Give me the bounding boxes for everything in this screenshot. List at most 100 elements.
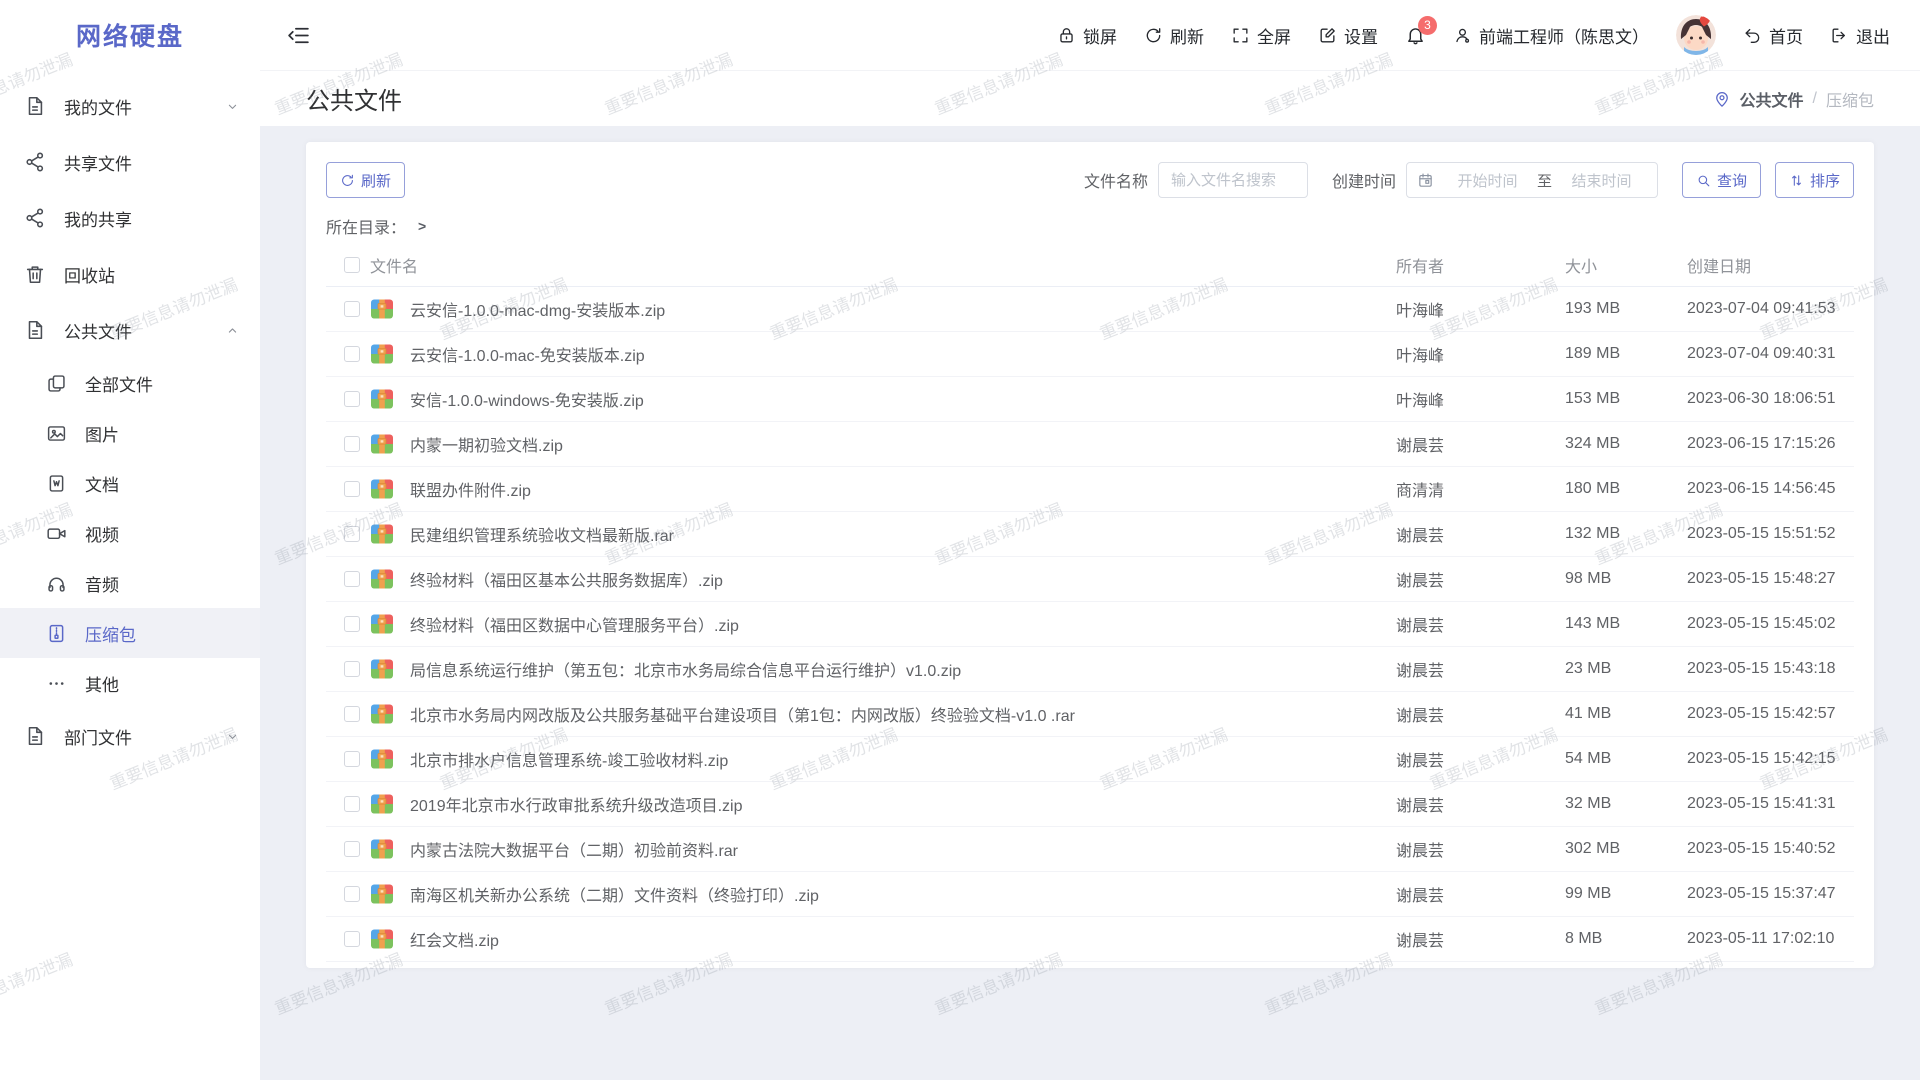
- table-row[interactable]: 民建组织管理系统验收文档最新版.rar谢晨芸132 MB2023-05-15 1…: [326, 512, 1854, 557]
- image-icon: [46, 423, 67, 444]
- table-row[interactable]: 联盟办件附件.zip商清清180 MB2023-06-15 14:56:45: [326, 467, 1854, 512]
- zip-file-icon: [370, 792, 394, 816]
- column-size: 大小: [1565, 253, 1687, 277]
- directory-arrow[interactable]: >: [418, 218, 426, 234]
- row-checkbox[interactable]: [344, 706, 360, 722]
- avatar[interactable]: [1676, 15, 1716, 55]
- table-row[interactable]: 云安信-1.0.0-mac-免安装版本.zip叶海峰189 MB2023-07-…: [326, 332, 1854, 377]
- doc-icon: [24, 725, 46, 747]
- table-row[interactable]: 终验材料（福田区基本公共服务数据库）.zip谢晨芸98 MB2023-05-15…: [326, 557, 1854, 602]
- filename-input[interactable]: [1158, 162, 1308, 198]
- edit-icon: [1318, 26, 1337, 45]
- table-row[interactable]: 安信-1.0.0-windows-免安装版.zip叶海峰153 MB2023-0…: [326, 377, 1854, 422]
- table-row[interactable]: 内蒙古法院大数据平台（二期）初验前资料.rar谢晨芸302 MB2023-05-…: [326, 827, 1854, 872]
- file-size: 98 MB: [1565, 570, 1687, 588]
- file-name[interactable]: 内蒙一期初验文档.zip: [410, 432, 1396, 456]
- home-button[interactable]: 首页: [1743, 23, 1803, 48]
- file-list-card: 刷新 文件名称 创建时间 开始时间 至 结束时间 查询: [306, 142, 1874, 968]
- sidebar-item-documents[interactable]: 文档: [0, 458, 260, 508]
- select-all-checkbox[interactable]: [344, 257, 360, 273]
- sidebar-collapse-icon[interactable]: [286, 23, 311, 48]
- row-checkbox[interactable]: [344, 346, 360, 362]
- user-icon: [1453, 26, 1472, 45]
- breadcrumb: 公共文件 / 压缩包: [1713, 87, 1874, 111]
- file-name[interactable]: 北京市排水户信息管理系统-竣工验收材料.zip: [410, 747, 1396, 771]
- file-owner: 叶海峰: [1396, 342, 1565, 366]
- chevron-down-icon: [225, 99, 240, 114]
- file-name[interactable]: 南海区机关新办公系统（二期）文件资料（终验打印）.zip: [410, 882, 1396, 906]
- file-name[interactable]: 终验材料（福田区基本公共服务数据库）.zip: [410, 567, 1396, 591]
- file-name[interactable]: 安信-1.0.0-windows-免安装版.zip: [410, 387, 1396, 411]
- table-row[interactable]: 红会文档.zip谢晨芸8 MB2023-05-11 17:02:10: [326, 917, 1854, 962]
- sidebar-item-label: 我的共享: [64, 206, 240, 231]
- sidebar-item-videos[interactable]: 视频: [0, 508, 260, 558]
- sidebar-item-my-shares[interactable]: 我的共享: [0, 190, 260, 246]
- row-checkbox[interactable]: [344, 436, 360, 452]
- row-checkbox[interactable]: [344, 886, 360, 902]
- sidebar-item-audio[interactable]: 音频: [0, 558, 260, 608]
- file-size: 54 MB: [1565, 750, 1687, 768]
- row-checkbox[interactable]: [344, 616, 360, 632]
- sidebar-menu: 我的文件共享文件我的共享回收站公共文件全部文件图片文档视频音频压缩包其他部门文件: [0, 70, 260, 764]
- row-checkbox[interactable]: [344, 301, 360, 317]
- row-checkbox[interactable]: [344, 526, 360, 542]
- fullscreen-button[interactable]: 全屏: [1231, 23, 1291, 48]
- row-checkbox[interactable]: [344, 571, 360, 587]
- sidebar-item-my-files[interactable]: 我的文件: [0, 78, 260, 134]
- location-pin-icon: [1713, 90, 1731, 108]
- file-name[interactable]: 终验材料（福田区数据中心管理服务平台）.zip: [410, 612, 1396, 636]
- table-row[interactable]: 北京市排水户信息管理系统-竣工验收材料.zip谢晨芸54 MB2023-05-1…: [326, 737, 1854, 782]
- file-size: 193 MB: [1565, 300, 1687, 318]
- file-name[interactable]: 红会文档.zip: [410, 927, 1396, 951]
- row-checkbox[interactable]: [344, 931, 360, 947]
- file-name[interactable]: 北京市水务局内网改版及公共服务基础平台建设项目（第1包：内网改版）终验验文档-v…: [410, 702, 1396, 726]
- row-checkbox[interactable]: [344, 391, 360, 407]
- refresh-button[interactable]: 刷新: [326, 162, 405, 198]
- file-name[interactable]: 云安信-1.0.0-mac-dmg-安装版本.zip: [410, 297, 1396, 321]
- user-menu[interactable]: 前端工程师（陈思文）: [1453, 23, 1649, 48]
- sidebar-item-images[interactable]: 图片: [0, 408, 260, 458]
- refresh-label: 刷新: [1170, 23, 1204, 48]
- row-checkbox[interactable]: [344, 751, 360, 767]
- table-row[interactable]: 终验材料（福田区数据中心管理服务平台）.zip谢晨芸143 MB2023-05-…: [326, 602, 1854, 647]
- file-owner: 谢晨芸: [1396, 657, 1565, 681]
- table-row[interactable]: 局信息系统运行维护（第五包：北京市水务局综合信息平台运行维护）v1.0.zip谢…: [326, 647, 1854, 692]
- row-checkbox[interactable]: [344, 661, 360, 677]
- row-checkbox[interactable]: [344, 841, 360, 857]
- sidebar-item-shared-files[interactable]: 共享文件: [0, 134, 260, 190]
- lock-screen-button[interactable]: 锁屏: [1057, 23, 1117, 48]
- table-row[interactable]: 2019年北京市水行政审批系统升级改造项目.zip谢晨芸32 MB2023-05…: [326, 782, 1854, 827]
- sidebar-item-all-files[interactable]: 全部文件: [0, 358, 260, 408]
- sidebar-item-department-files[interactable]: 部门文件: [0, 708, 260, 764]
- sidebar-item-recycle-bin[interactable]: 回收站: [0, 246, 260, 302]
- sidebar-item-public-files[interactable]: 公共文件: [0, 302, 260, 358]
- row-checkbox[interactable]: [344, 796, 360, 812]
- docbook-icon: [46, 473, 67, 494]
- row-checkbox[interactable]: [344, 481, 360, 497]
- date-range-picker[interactable]: 开始时间 至 结束时间: [1406, 162, 1658, 198]
- share-icon: [24, 207, 46, 229]
- file-name[interactable]: 民建组织管理系统验收文档最新版.rar: [410, 522, 1396, 546]
- settings-button[interactable]: 设置: [1318, 23, 1378, 48]
- table-row[interactable]: 北京市水务局内网改版及公共服务基础平台建设项目（第1包：内网改版）终验验文档-v…: [326, 692, 1854, 737]
- copy-icon: [46, 373, 67, 394]
- logout-button[interactable]: 退出: [1830, 23, 1890, 48]
- file-name[interactable]: 局信息系统运行维护（第五包：北京市水务局综合信息平台运行维护）v1.0.zip: [410, 657, 1396, 681]
- file-size: 32 MB: [1565, 795, 1687, 813]
- file-name[interactable]: 内蒙古法院大数据平台（二期）初验前资料.rar: [410, 837, 1396, 861]
- file-size: 302 MB: [1565, 840, 1687, 858]
- sidebar-item-others[interactable]: 其他: [0, 658, 260, 708]
- zip-file-icon: [370, 432, 394, 456]
- table-row[interactable]: 南海区机关新办公系统（二期）文件资料（终验打印）.zip谢晨芸99 MB2023…: [326, 872, 1854, 917]
- refresh-button[interactable]: 刷新: [1144, 23, 1204, 48]
- sidebar-item-archives[interactable]: 压缩包: [0, 608, 260, 658]
- file-name[interactable]: 2019年北京市水行政审批系统升级改造项目.zip: [410, 792, 1396, 816]
- table-row[interactable]: 内蒙一期初验文档.zip谢晨芸324 MB2023-06-15 17:15:26: [326, 422, 1854, 467]
- table-row[interactable]: 云安信-1.0.0-mac-dmg-安装版本.zip叶海峰193 MB2023-…: [326, 287, 1854, 332]
- notification-bell[interactable]: 3: [1405, 25, 1426, 46]
- breadcrumb-root[interactable]: 公共文件: [1740, 87, 1804, 111]
- search-button[interactable]: 查询: [1682, 162, 1761, 198]
- file-name[interactable]: 云安信-1.0.0-mac-免安装版本.zip: [410, 342, 1396, 366]
- sort-button[interactable]: 排序: [1775, 162, 1854, 198]
- file-name[interactable]: 联盟办件附件.zip: [410, 477, 1396, 501]
